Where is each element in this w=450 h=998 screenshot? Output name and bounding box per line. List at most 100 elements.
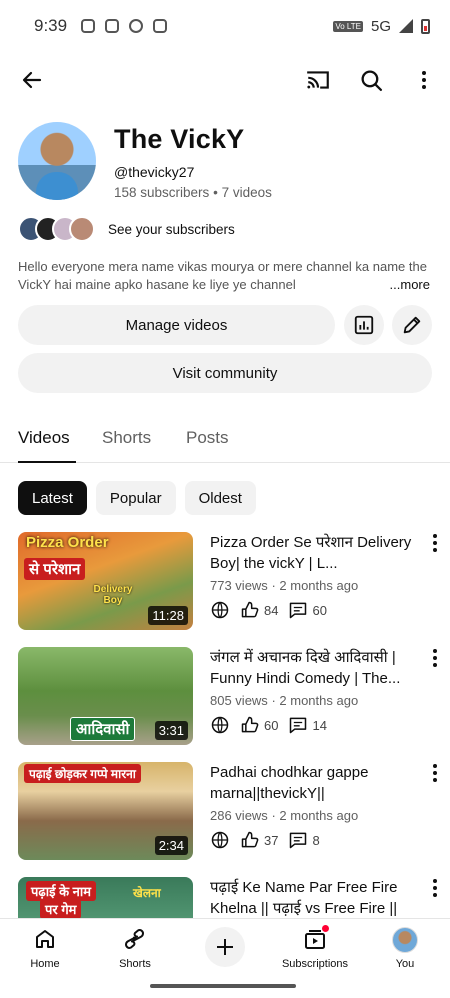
globe-icon (211, 716, 229, 734)
video-stats: 37 8 (210, 830, 320, 850)
like-icon (241, 831, 259, 848)
video-more-button[interactable] (432, 649, 438, 667)
globe-icon (211, 601, 229, 619)
thumbnail-text: पर गेम (40, 899, 82, 918)
chip-popular[interactable]: Popular (95, 481, 176, 515)
cast-button[interactable] (300, 62, 336, 98)
video-item[interactable]: पढ़ाई छोड़कर गप्पे मारना 2:34 Padhai cho… (18, 762, 450, 862)
notification-icon (81, 19, 96, 33)
signal-icon (399, 19, 413, 33)
video-thumbnail[interactable]: पढ़ाई छोड़कर गप्पे मारना 2:34 (18, 762, 193, 860)
video-thumbnail[interactable]: Pizza Order से परेशान Delivery Boy 11:28 (18, 532, 193, 630)
thumbnail-text: से परेशान (24, 558, 86, 580)
thumbnail-text: पढ़ाई के नाम (26, 881, 97, 901)
meta-separator: · (271, 578, 276, 593)
see-subscribers-row[interactable]: See your subscribers (18, 215, 235, 243)
active-tab-indicator (18, 461, 76, 463)
chip-oldest[interactable]: Oldest (184, 481, 256, 515)
channel-name: The VickY (114, 124, 245, 154)
description-text: Hello everyone mera name vikas mourya or… (18, 259, 427, 292)
video-item[interactable]: पढ़ाई के नाम पर गेम खेलना पढ़ाई Ke Name … (18, 877, 450, 918)
like-count: 37 (264, 832, 279, 848)
comment-count: 60 (312, 602, 327, 618)
chip-latest[interactable]: Latest (18, 481, 87, 515)
thumbnail-text: आदिवासी (70, 717, 136, 741)
video-title[interactable]: पढ़ाई Ke Name Par Free Fire Khelna || पढ… (210, 877, 420, 918)
top-bar (0, 58, 450, 102)
nav-you[interactable]: You (365, 927, 445, 970)
edit-channel-button[interactable] (392, 305, 432, 345)
manage-videos-button[interactable]: Manage videos (18, 305, 335, 345)
tab-posts[interactable]: Posts (186, 428, 229, 448)
nav-create[interactable] (185, 927, 265, 967)
cast-icon (307, 71, 329, 89)
notification-icon (153, 19, 168, 33)
battery-icon (421, 18, 430, 34)
nav-home[interactable]: Home (5, 927, 85, 970)
video-count: 7 videos (221, 185, 272, 200)
tab-shorts[interactable]: Shorts (102, 428, 151, 448)
stats-separator: • (213, 185, 218, 200)
video-age: 2 months ago (279, 693, 359, 708)
meta-separator: · (271, 808, 276, 823)
pinterest-icon (129, 19, 144, 33)
video-title[interactable]: Pizza Order Se परेशान Delivery Boy| the … (210, 532, 420, 574)
video-more-button[interactable] (432, 764, 438, 782)
video-stats: 84 60 (210, 600, 327, 620)
channel-avatar[interactable] (18, 122, 96, 200)
subscriber-count: 158 subscribers (114, 185, 210, 200)
description-more[interactable]: ...more (385, 276, 430, 294)
comment-icon (290, 832, 307, 849)
video-age: 2 months ago (279, 808, 359, 823)
video-thumbnail[interactable]: पढ़ाई के नाम पर गेम खेलना (18, 877, 193, 918)
plus-icon (217, 939, 233, 955)
subscriptions-icon-wrap (303, 924, 330, 954)
video-item[interactable]: आदिवासी 3:31 जंगल में अचानक दिखे आदिवासी… (18, 647, 450, 747)
meta-separator: · (271, 693, 276, 708)
bottom-navigation: Home Shorts Subscriptions You (0, 918, 450, 978)
status-time: 9:39 (34, 16, 68, 35)
analytics-button[interactable] (344, 305, 384, 345)
comment-icon (290, 602, 307, 619)
tab-videos[interactable]: Videos (18, 428, 70, 448)
comment-count: 14 (312, 717, 327, 733)
video-more-button[interactable] (432, 534, 438, 552)
like-count: 60 (264, 717, 279, 733)
video-title[interactable]: Padhai chodhkar gappe marna||thevickY|| (210, 762, 420, 804)
gesture-bar (150, 984, 296, 988)
video-views: 286 views (210, 808, 268, 823)
visit-community-button[interactable]: Visit community (18, 353, 432, 393)
video-duration: 11:28 (148, 606, 188, 625)
sort-chips: Latest Popular Oldest (18, 481, 256, 515)
like-icon (241, 601, 259, 618)
video-item[interactable]: Pizza Order से परेशान Delivery Boy 11:28… (18, 532, 450, 632)
video-age: 2 months ago (279, 578, 359, 593)
thumbnail-text: Delivery Boy (93, 584, 133, 606)
channel-description[interactable]: Hello everyone mera name vikas mourya or… (18, 258, 432, 294)
network-type: 5G (370, 17, 391, 35)
search-button[interactable] (353, 62, 389, 98)
like-count: 84 (264, 602, 279, 618)
back-button[interactable] (14, 62, 50, 98)
thumbnail-text: खेलना (133, 886, 161, 900)
nav-home-label: Home (30, 958, 60, 970)
see-subscribers-link[interactable]: See your subscribers (108, 222, 235, 237)
globe-icon (211, 831, 229, 849)
notification-dot (321, 924, 330, 933)
comment-icon (290, 717, 307, 734)
video-thumbnail[interactable]: आदिवासी 3:31 (18, 647, 193, 745)
more-options-button[interactable] (406, 62, 442, 98)
like-icon (241, 716, 259, 733)
nav-subscriptions[interactable]: Subscriptions (275, 924, 355, 970)
nav-you-label: You (395, 958, 415, 970)
back-arrow-icon (22, 71, 42, 89)
channel-handle: @thevicky27 (114, 164, 195, 180)
analytics-icon (354, 315, 374, 335)
video-views: 773 views (210, 578, 268, 593)
video-duration: 3:31 (154, 721, 188, 740)
nav-shorts[interactable]: Shorts (95, 927, 175, 970)
video-more-button[interactable] (432, 879, 438, 897)
manage-videos-label: Manage videos (125, 316, 228, 334)
video-meta: 286 views · 2 months ago (210, 808, 358, 823)
video-title[interactable]: जंगल में अचानक दिखे आदिवासी | Funny Hind… (210, 647, 420, 689)
